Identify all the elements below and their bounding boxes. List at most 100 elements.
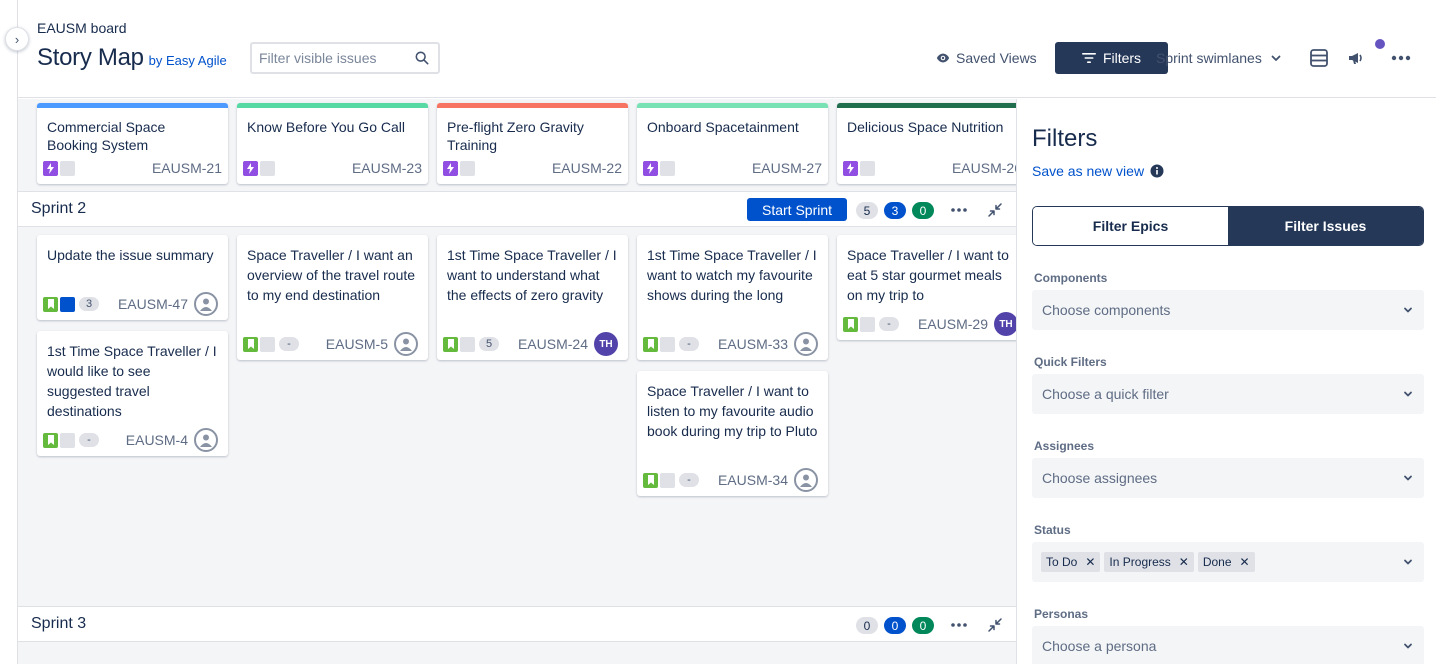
epic-card[interactable]: Pre-flight Zero Gravity Training EAUSM-2… [437,103,628,184]
done-count-badge: 0 [912,202,934,219]
remove-tag-icon[interactable]: ✕ [1240,555,1250,569]
announcements-button[interactable] [1345,47,1367,69]
eye-icon [936,53,950,63]
issue-key[interactable]: EAUSM-5 [326,336,388,352]
assignees-label: Assignees [1034,439,1095,453]
issue-card[interactable]: Space Traveller / I want to listen to my… [637,371,828,496]
user-icon [800,338,812,351]
issue-key[interactable]: EAUSM-29 [918,316,988,332]
issue-key[interactable]: EAUSM-27 [752,160,822,176]
issue-title: 1st Time Space Traveller / I would like … [47,343,217,419]
personas-placeholder: Choose a persona [1042,638,1157,654]
issue-key[interactable]: EAUSM-21 [152,160,222,176]
story-icon [843,316,858,332]
status-select[interactable]: To Do ✕ In Progress ✕ Done ✕ [1032,542,1424,582]
chevron-down-icon [1404,643,1412,649]
epic-type-icon [643,160,658,176]
components-label: Components [1034,271,1108,285]
collapse-icon[interactable] [987,202,1003,218]
todo-count-badge: 5 [856,202,878,219]
status-tag: Done ✕ [1197,552,1255,572]
epic-card[interactable]: Onboard Spacetainment EAUSM-27 [637,103,828,184]
status-tag: To Do ✕ [1041,552,1101,572]
epic-type-icon [243,160,258,176]
story-points-badge: - [679,337,699,351]
layout-toggle-button[interactable] [1308,47,1330,69]
priority-icon [860,316,875,332]
filters-button[interactable]: Filters [1055,42,1168,74]
collapse-icon[interactable] [987,617,1003,633]
page-header: EAUSM board Story Map by Easy Agile Save… [18,0,1436,98]
issue-key[interactable]: EAUSM-34 [718,472,788,488]
expand-sidebar-button[interactable]: › [5,27,29,51]
start-sprint-button[interactable]: Start Sprint [747,198,847,221]
priority-icon [260,336,275,352]
issue-key[interactable]: EAUSM-26 [952,160,1016,176]
remove-tag-icon[interactable]: ✕ [1085,555,1095,569]
save-as-new-view-link[interactable]: Save as new view [1032,163,1164,179]
quick-filters-placeholder: Choose a quick filter [1042,386,1169,402]
avatar[interactable] [394,332,418,356]
issue-card[interactable]: 1st Time Space Traveller / I want to wat… [637,235,828,360]
avatar[interactable]: TH [594,332,618,356]
saved-views-button[interactable]: Saved Views [936,46,1037,70]
quick-filters-select[interactable]: Choose a quick filter [1032,374,1424,414]
issue-key[interactable]: EAUSM-33 [718,336,788,352]
avatar[interactable]: TH [994,312,1016,336]
priority-icon [660,336,675,352]
avatar[interactable] [794,468,818,492]
info-icon[interactable] [1150,164,1164,178]
issue-title: Space Traveller / I want to eat 5 star g… [847,247,1009,303]
personas-select[interactable]: Choose a persona [1032,626,1424,664]
more-icon[interactable] [950,202,968,218]
card-footer: 3 EAUSM-47 [43,292,218,316]
story-icon [43,432,58,448]
card-footer: EAUSM-27 [643,158,822,178]
issue-key[interactable]: EAUSM-23 [352,160,422,176]
components-select[interactable]: Choose components [1032,290,1424,330]
layers-icon [1310,49,1328,67]
issue-card[interactable]: 1st Time Space Traveller / I want to und… [437,235,628,360]
vendor-link[interactable]: by Easy Agile [149,53,227,68]
done-count-badge: 0 [912,617,934,634]
chevron-down-icon [1404,391,1412,397]
card-footer: EAUSM-21 [43,158,222,178]
story-icon [43,296,58,312]
tab-filter-epics[interactable]: Filter Epics [1033,207,1228,245]
issue-card[interactable]: Space Traveller / I want an overview of … [237,235,428,360]
issue-card[interactable]: Space Traveller / I want to eat 5 star g… [837,235,1016,340]
save-view-label: Save as new view [1032,163,1145,179]
page-title: Story Map [37,44,144,71]
search-input[interactable] [252,44,402,72]
epic-card[interactable]: Commercial Space Booking System EAUSM-21 [37,103,228,184]
priority-icon [260,160,275,176]
story-icon [643,472,658,488]
avatar[interactable] [794,332,818,356]
epic-card[interactable]: Delicious Space Nutrition EAUSM-26 [837,103,1016,184]
issue-card[interactable]: Update the issue summary 3 EAUSM-47 [37,235,228,320]
left-rail [0,0,18,664]
more-options-button[interactable] [1390,47,1412,69]
story-points-badge: - [279,337,299,351]
issue-key[interactable]: EAUSM-4 [126,432,188,448]
tab-filter-issues[interactable]: Filter Issues [1228,207,1423,245]
epic-title: Onboard Spacetainment [647,119,799,135]
chevron-right-icon: › [14,31,20,47]
story-icon [643,336,658,352]
issue-key[interactable]: EAUSM-22 [552,160,622,176]
issue-title: Update the issue summary [47,247,214,263]
issue-card[interactable]: 1st Time Space Traveller / I would like … [37,331,228,456]
issue-title: Space Traveller / I want to listen to my… [647,383,818,439]
chevron-down-icon [1271,55,1281,61]
issue-key[interactable]: EAUSM-24 [518,336,588,352]
epic-card[interactable]: Know Before You Go Call EAUSM-23 [237,103,428,184]
swimlanes-dropdown[interactable]: Sprint swimlanes [1156,46,1282,70]
more-icon[interactable] [950,617,968,633]
epic-title: Delicious Space Nutrition [847,119,1004,135]
avatar[interactable] [194,292,218,316]
user-icon [400,338,412,351]
remove-tag-icon[interactable]: ✕ [1179,555,1189,569]
assignees-select[interactable]: Choose assignees [1032,458,1424,498]
avatar[interactable] [194,428,218,452]
issue-key[interactable]: EAUSM-47 [118,296,188,312]
